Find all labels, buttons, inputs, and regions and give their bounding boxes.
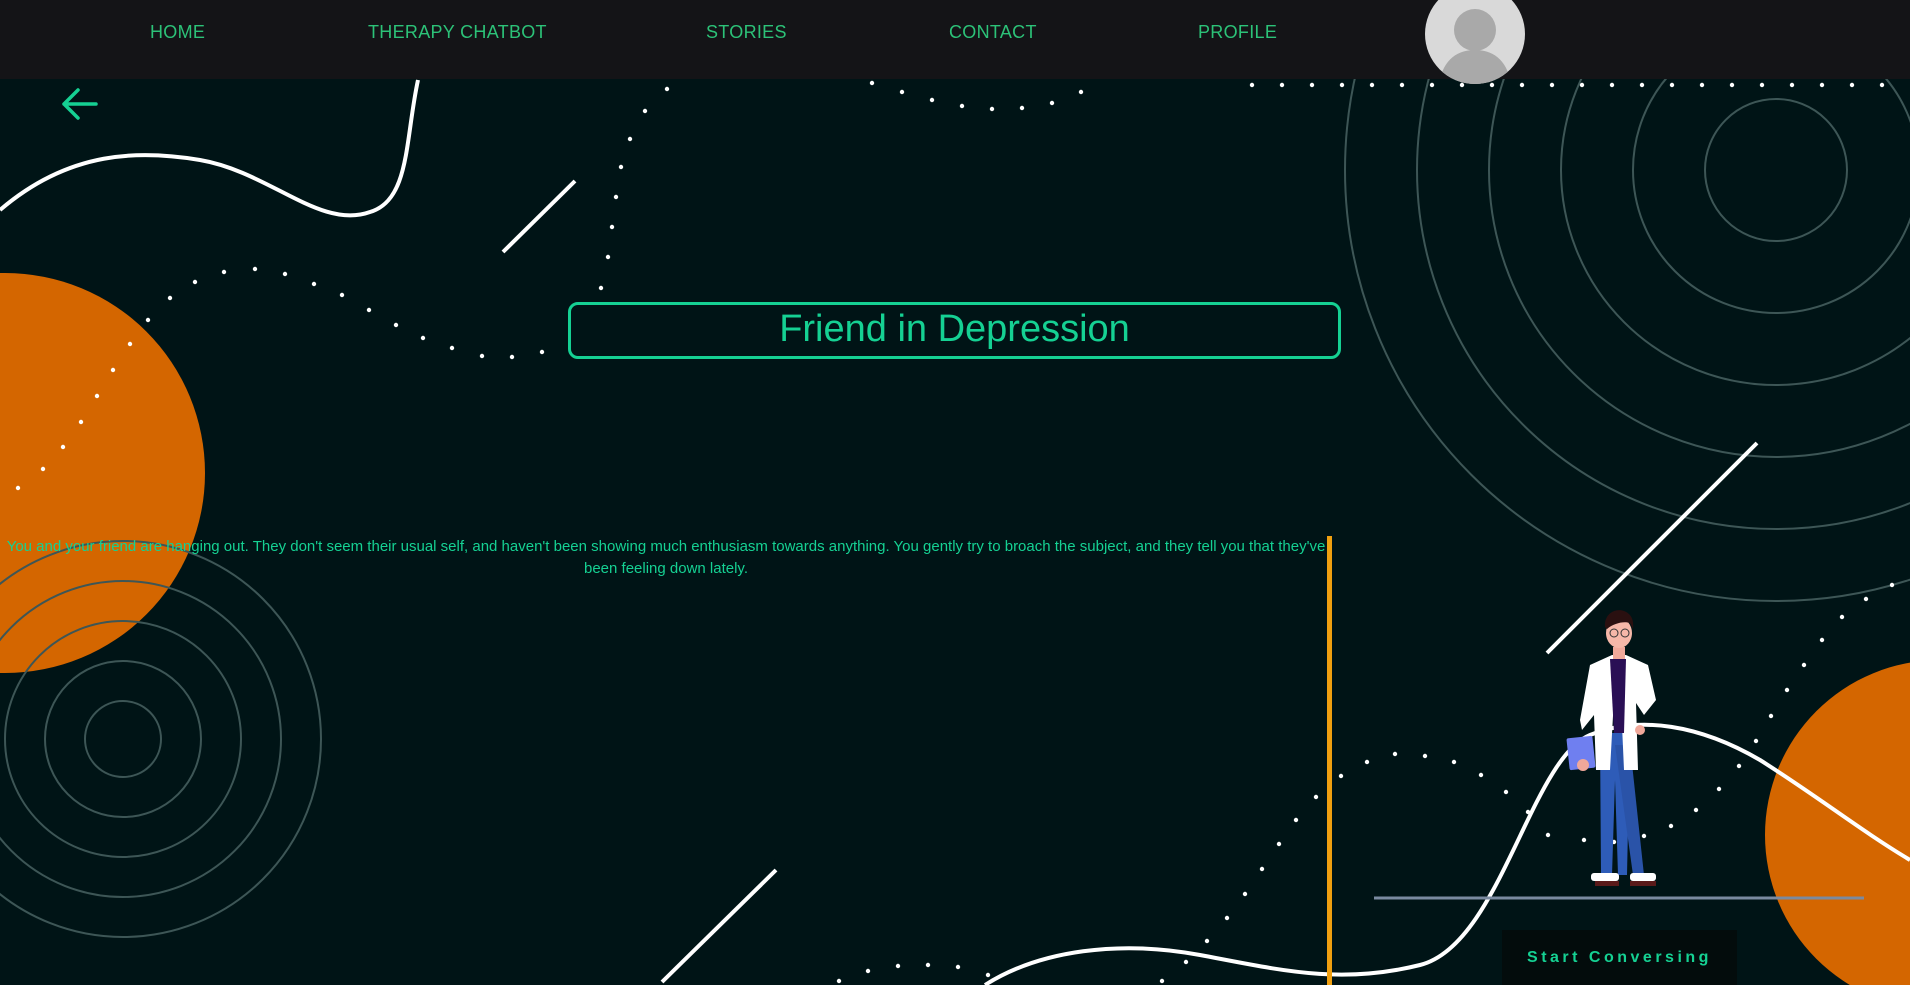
rings-top-right xyxy=(1344,0,1910,602)
orange-circle-left xyxy=(0,273,205,673)
dots-top-row xyxy=(1249,82,1885,88)
nav-home-link[interactable]: HOME xyxy=(150,22,205,43)
nav-contact-link[interactable]: CONTACT xyxy=(949,22,1037,43)
nav-stories-link[interactable]: STORIES xyxy=(706,22,787,43)
doctor-illustration xyxy=(1566,610,1656,886)
slash-top xyxy=(501,179,577,254)
arrow-left-icon xyxy=(62,88,98,120)
story-title: Friend in Depression xyxy=(779,307,1130,350)
orange-circle-right xyxy=(1765,662,1910,985)
rings-bottom-left xyxy=(0,540,322,938)
nav-therapy-chatbot-link[interactable]: THERAPY CHATBOT xyxy=(368,22,547,43)
slash-bottom xyxy=(660,868,778,984)
dots-bottom-curve xyxy=(836,582,1895,984)
dots-top-middle xyxy=(869,80,1084,112)
story-title-box: Friend in Depression xyxy=(568,302,1341,359)
vertical-divider xyxy=(1327,536,1332,985)
back-button[interactable] xyxy=(58,86,104,122)
story-description: You and your friend are hanging out. The… xyxy=(6,538,1326,577)
start-conversing-button[interactable]: Start Conversing xyxy=(1502,930,1737,985)
top-navigation: HOME THERAPY CHATBOT STORIES CONTACT PRO… xyxy=(0,0,1910,79)
nav-profile-link[interactable]: PROFILE xyxy=(1198,22,1277,43)
